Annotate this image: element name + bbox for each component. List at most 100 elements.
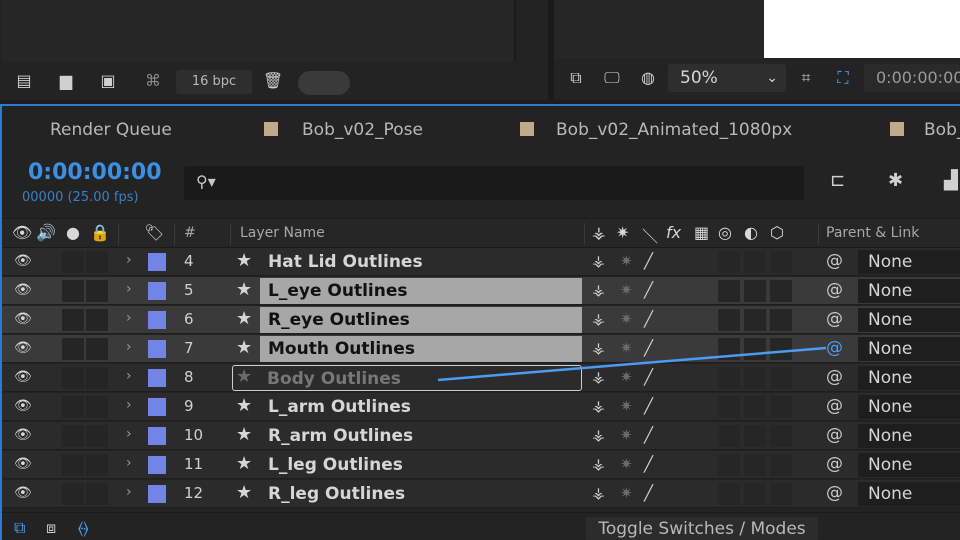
shy-icon[interactable]: ⚶ bbox=[592, 310, 605, 328]
pickwhip-icon[interactable]: @ bbox=[826, 338, 843, 358]
zoom-select[interactable]: 50% ⌄ bbox=[668, 64, 786, 92]
eye-icon[interactable]: 👁 bbox=[12, 223, 32, 242]
collapse-icon[interactable]: ✷ bbox=[620, 368, 633, 386]
layer-row[interactable]: 👁 › 11 ★ L_leg Outlines ⚶ ✷ ╱ @ None bbox=[2, 451, 960, 479]
eye-icon[interactable]: 👁 bbox=[14, 369, 32, 385]
chevron-right-icon[interactable]: › bbox=[126, 339, 132, 355]
3d-toggle[interactable] bbox=[770, 367, 792, 389]
layer-name[interactable]: Mouth Outlines bbox=[260, 336, 582, 362]
motion-blur-toggle[interactable] bbox=[718, 367, 740, 389]
lock-icon[interactable]: 🔒 bbox=[90, 223, 110, 242]
composition-icon[interactable]: ▣ bbox=[94, 70, 122, 92]
collapse-icon[interactable]: ✷ bbox=[620, 455, 633, 473]
collapse-icon[interactable]: ✷ bbox=[620, 426, 633, 444]
audio-toggle[interactable] bbox=[62, 309, 84, 331]
mask-view-icon[interactable]: ◍ bbox=[634, 67, 662, 89]
parent-select[interactable]: None bbox=[858, 482, 960, 506]
parent-select[interactable]: None bbox=[858, 453, 960, 477]
motion-blur-toggle[interactable] bbox=[718, 280, 740, 302]
layer-name[interactable]: R_leg Outlines bbox=[260, 481, 582, 507]
pickwhip-icon[interactable]: @ bbox=[826, 454, 843, 474]
3d-toggle[interactable] bbox=[770, 483, 792, 505]
layer-switches-icon[interactable]: ⧉ bbox=[14, 518, 25, 538]
shy-icon[interactable]: ⚶ bbox=[592, 252, 605, 270]
solo-icon[interactable]: ● bbox=[66, 223, 80, 242]
audio-toggle[interactable] bbox=[62, 454, 84, 476]
motion-blur-toggle[interactable] bbox=[718, 454, 740, 476]
label-color-swatch[interactable] bbox=[148, 398, 166, 416]
quality-icon[interactable]: ╱ bbox=[644, 252, 653, 270]
adjustment-toggle[interactable] bbox=[744, 338, 766, 360]
lock-toggle[interactable] bbox=[86, 280, 108, 302]
collapse-icon[interactable]: ✷ bbox=[616, 223, 629, 242]
eye-icon[interactable]: 👁 bbox=[14, 398, 32, 414]
motion-blur-toggle[interactable] bbox=[718, 396, 740, 418]
bit-depth-button[interactable]: 16 bpc bbox=[176, 70, 252, 94]
toggle-pill[interactable] bbox=[298, 71, 350, 95]
eye-icon[interactable]: 👁 bbox=[14, 340, 32, 356]
3d-toggle[interactable] bbox=[770, 251, 792, 273]
pickwhip-icon[interactable]: @ bbox=[826, 309, 843, 329]
parent-select[interactable]: None bbox=[858, 308, 960, 332]
chevron-right-icon[interactable]: › bbox=[126, 484, 132, 500]
layer-name[interactable]: L_eye Outlines bbox=[260, 278, 582, 304]
layer-row[interactable]: 👁 › 12 ★ R_leg Outlines ⚶ ✷ ╱ @ None bbox=[2, 480, 960, 508]
layer-row[interactable]: 👁 › 8 ★ Body Outlines ⚶ ✷ ╱ @ None bbox=[2, 364, 960, 392]
layer-row[interactable]: 👁 › 9 ★ L_arm Outlines ⚶ ✷ ╱ @ None bbox=[2, 393, 960, 421]
layer-name[interactable]: R_eye Outlines bbox=[260, 307, 582, 333]
collapse-icon[interactable]: ✷ bbox=[620, 484, 633, 502]
quality-icon[interactable]: ╱ bbox=[644, 339, 653, 357]
chevron-right-icon[interactable]: › bbox=[126, 426, 132, 442]
adjustment-toggle[interactable] bbox=[744, 396, 766, 418]
3d-toggle[interactable] bbox=[770, 338, 792, 360]
eye-icon[interactable]: 👁 bbox=[14, 456, 32, 472]
tab-bob-animated[interactable]: Bob_v02_Animated_1080px bbox=[556, 120, 792, 140]
motion-blur-icon[interactable]: ◎ bbox=[718, 223, 732, 242]
motion-blur-toggle[interactable] bbox=[718, 309, 740, 331]
lock-toggle[interactable] bbox=[86, 251, 108, 273]
draft-3d-icon[interactable]: ✱ bbox=[888, 170, 903, 191]
lock-toggle[interactable] bbox=[86, 425, 108, 447]
frame-blend-icon[interactable]: ▦ bbox=[694, 223, 709, 242]
adjustment-toggle[interactable] bbox=[744, 367, 766, 389]
shy-icon[interactable]: ⚶ bbox=[592, 397, 605, 415]
lock-toggle[interactable] bbox=[86, 338, 108, 360]
adjustment-toggle[interactable] bbox=[744, 280, 766, 302]
trash-icon[interactable]: 🗑 bbox=[262, 70, 284, 92]
pickwhip-icon[interactable]: @ bbox=[826, 396, 843, 416]
chevron-right-icon[interactable]: › bbox=[126, 252, 132, 268]
adjustment-toggle[interactable] bbox=[744, 454, 766, 476]
layer-name[interactable]: L_leg Outlines bbox=[260, 452, 582, 478]
shy-icon[interactable]: ⚶ bbox=[592, 484, 605, 502]
adjustment-toggle[interactable] bbox=[744, 309, 766, 331]
layer-name[interactable]: L_arm Outlines bbox=[260, 394, 582, 420]
toggle-switches-modes-button[interactable]: Toggle Switches / Modes bbox=[586, 517, 818, 540]
layer-name-column-header[interactable]: Layer Name bbox=[240, 225, 325, 241]
label-color-swatch[interactable] bbox=[148, 282, 166, 300]
quality-icon[interactable]: ＼ bbox=[642, 223, 658, 247]
audio-icon[interactable]: 🔊 bbox=[36, 223, 56, 242]
shy-icon[interactable]: ⚶ bbox=[592, 223, 606, 242]
layer-row[interactable]: 👁 › 4 ★ Hat Lid Outlines ⚶ ✷ ╱ @ None bbox=[2, 248, 960, 276]
collapse-icon[interactable]: ✷ bbox=[620, 252, 633, 270]
parent-select[interactable]: None bbox=[858, 337, 960, 361]
3d-layer-icon[interactable]: ⬡ bbox=[770, 223, 784, 242]
layer-name[interactable]: Body Outlines bbox=[232, 365, 582, 391]
monitor-icon[interactable]: 🖵 bbox=[600, 67, 624, 89]
quality-icon[interactable]: ╱ bbox=[644, 397, 653, 415]
layer-row[interactable]: 👁 › 10 ★ R_arm Outlines ⚶ ✷ ╱ @ None bbox=[2, 422, 960, 450]
quality-icon[interactable]: ╱ bbox=[644, 310, 653, 328]
label-color-swatch[interactable] bbox=[148, 253, 166, 271]
collapse-icon[interactable]: ✷ bbox=[620, 339, 633, 357]
chevron-right-icon[interactable]: › bbox=[126, 455, 132, 471]
chevron-right-icon[interactable]: › bbox=[126, 368, 132, 384]
layer-row[interactable]: 👁 › 5 ★ L_eye Outlines ⚶ ✷ ╱ @ None bbox=[2, 277, 960, 305]
audio-toggle[interactable] bbox=[62, 338, 84, 360]
label-color-swatch[interactable] bbox=[148, 369, 166, 387]
eye-icon[interactable]: 👁 bbox=[14, 253, 32, 269]
label-color-swatch[interactable] bbox=[148, 456, 166, 474]
eye-icon[interactable]: 👁 bbox=[14, 282, 32, 298]
3d-toggle[interactable] bbox=[770, 309, 792, 331]
audio-toggle[interactable] bbox=[62, 280, 84, 302]
chevron-right-icon[interactable]: › bbox=[126, 281, 132, 297]
